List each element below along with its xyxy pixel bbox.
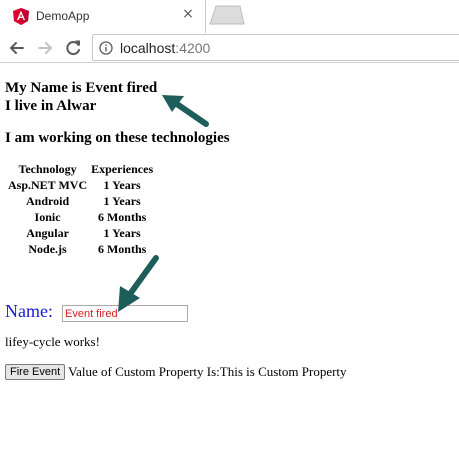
new-tab-button[interactable] <box>206 5 246 25</box>
url-text: localhost:4200 <box>120 40 210 56</box>
back-arrow-icon[interactable] <box>6 37 28 59</box>
technologies-table: Technology Experiences Asp.NET MVC 1 Yea… <box>6 161 155 257</box>
table-row: Angular 1 Years <box>6 225 155 241</box>
browser-tab[interactable]: DemoApp × <box>0 0 206 33</box>
column-header-technology: Technology <box>18 161 77 176</box>
fire-event-row: Fire Event Value of Custom Property Is:Th… <box>5 363 347 381</box>
page-content: My Name is Event fired I live in Alwar I… <box>0 64 459 469</box>
name-heading: My Name is Event fired <box>5 80 158 96</box>
name-label: Name: <box>5 301 53 321</box>
tab-close-icon[interactable]: × <box>181 7 195 21</box>
url-port: :4200 <box>175 40 211 56</box>
fire-event-button[interactable]: Fire Event <box>5 364 66 381</box>
reload-icon[interactable] <box>62 37 84 59</box>
table-row: Android 1 Years <box>6 193 155 209</box>
name-row: Name: <box>5 301 188 322</box>
cell-technology: Angular <box>26 225 69 240</box>
tab-title: DemoApp <box>36 9 90 23</box>
table-row: Ionic 6 Months <box>6 209 155 225</box>
column-header-experiences: Experiences <box>91 161 154 176</box>
cell-technology: Android <box>25 193 70 208</box>
forward-arrow-icon[interactable] <box>34 37 56 59</box>
cell-experience: 6 Months <box>97 209 147 224</box>
browser-tabstrip: DemoApp × <box>0 0 459 33</box>
cell-experience: 1 Years <box>103 193 141 208</box>
cell-technology: Node.js <box>28 241 67 256</box>
city-heading: I live in Alwar <box>5 98 97 114</box>
technologies-heading: I am working on these technologies <box>5 130 230 146</box>
cell-experience: 1 Years <box>103 177 141 192</box>
angular-logo-icon <box>13 8 29 25</box>
url-host: localhost <box>120 40 176 56</box>
browser-toolbar: localhost:4200 <box>0 33 459 63</box>
table-row: Asp.NET MVC 1 Years <box>6 177 155 193</box>
cell-experience: 1 Years <box>103 225 141 240</box>
custom-property-text: Value of Custom Property Is:This is Cust… <box>68 364 347 380</box>
table-header-row: Technology Experiences <box>6 161 155 177</box>
cell-technology: Asp.NET MVC <box>8 177 88 192</box>
lifecycle-message: lifey-cycle works! <box>5 334 100 349</box>
annotation-arrow-icon <box>118 255 159 312</box>
cell-technology: Ionic <box>34 209 61 224</box>
info-icon[interactable] <box>99 41 113 55</box>
annotation-arrow-icon <box>162 95 209 127</box>
address-bar[interactable]: localhost:4200 <box>92 34 459 61</box>
